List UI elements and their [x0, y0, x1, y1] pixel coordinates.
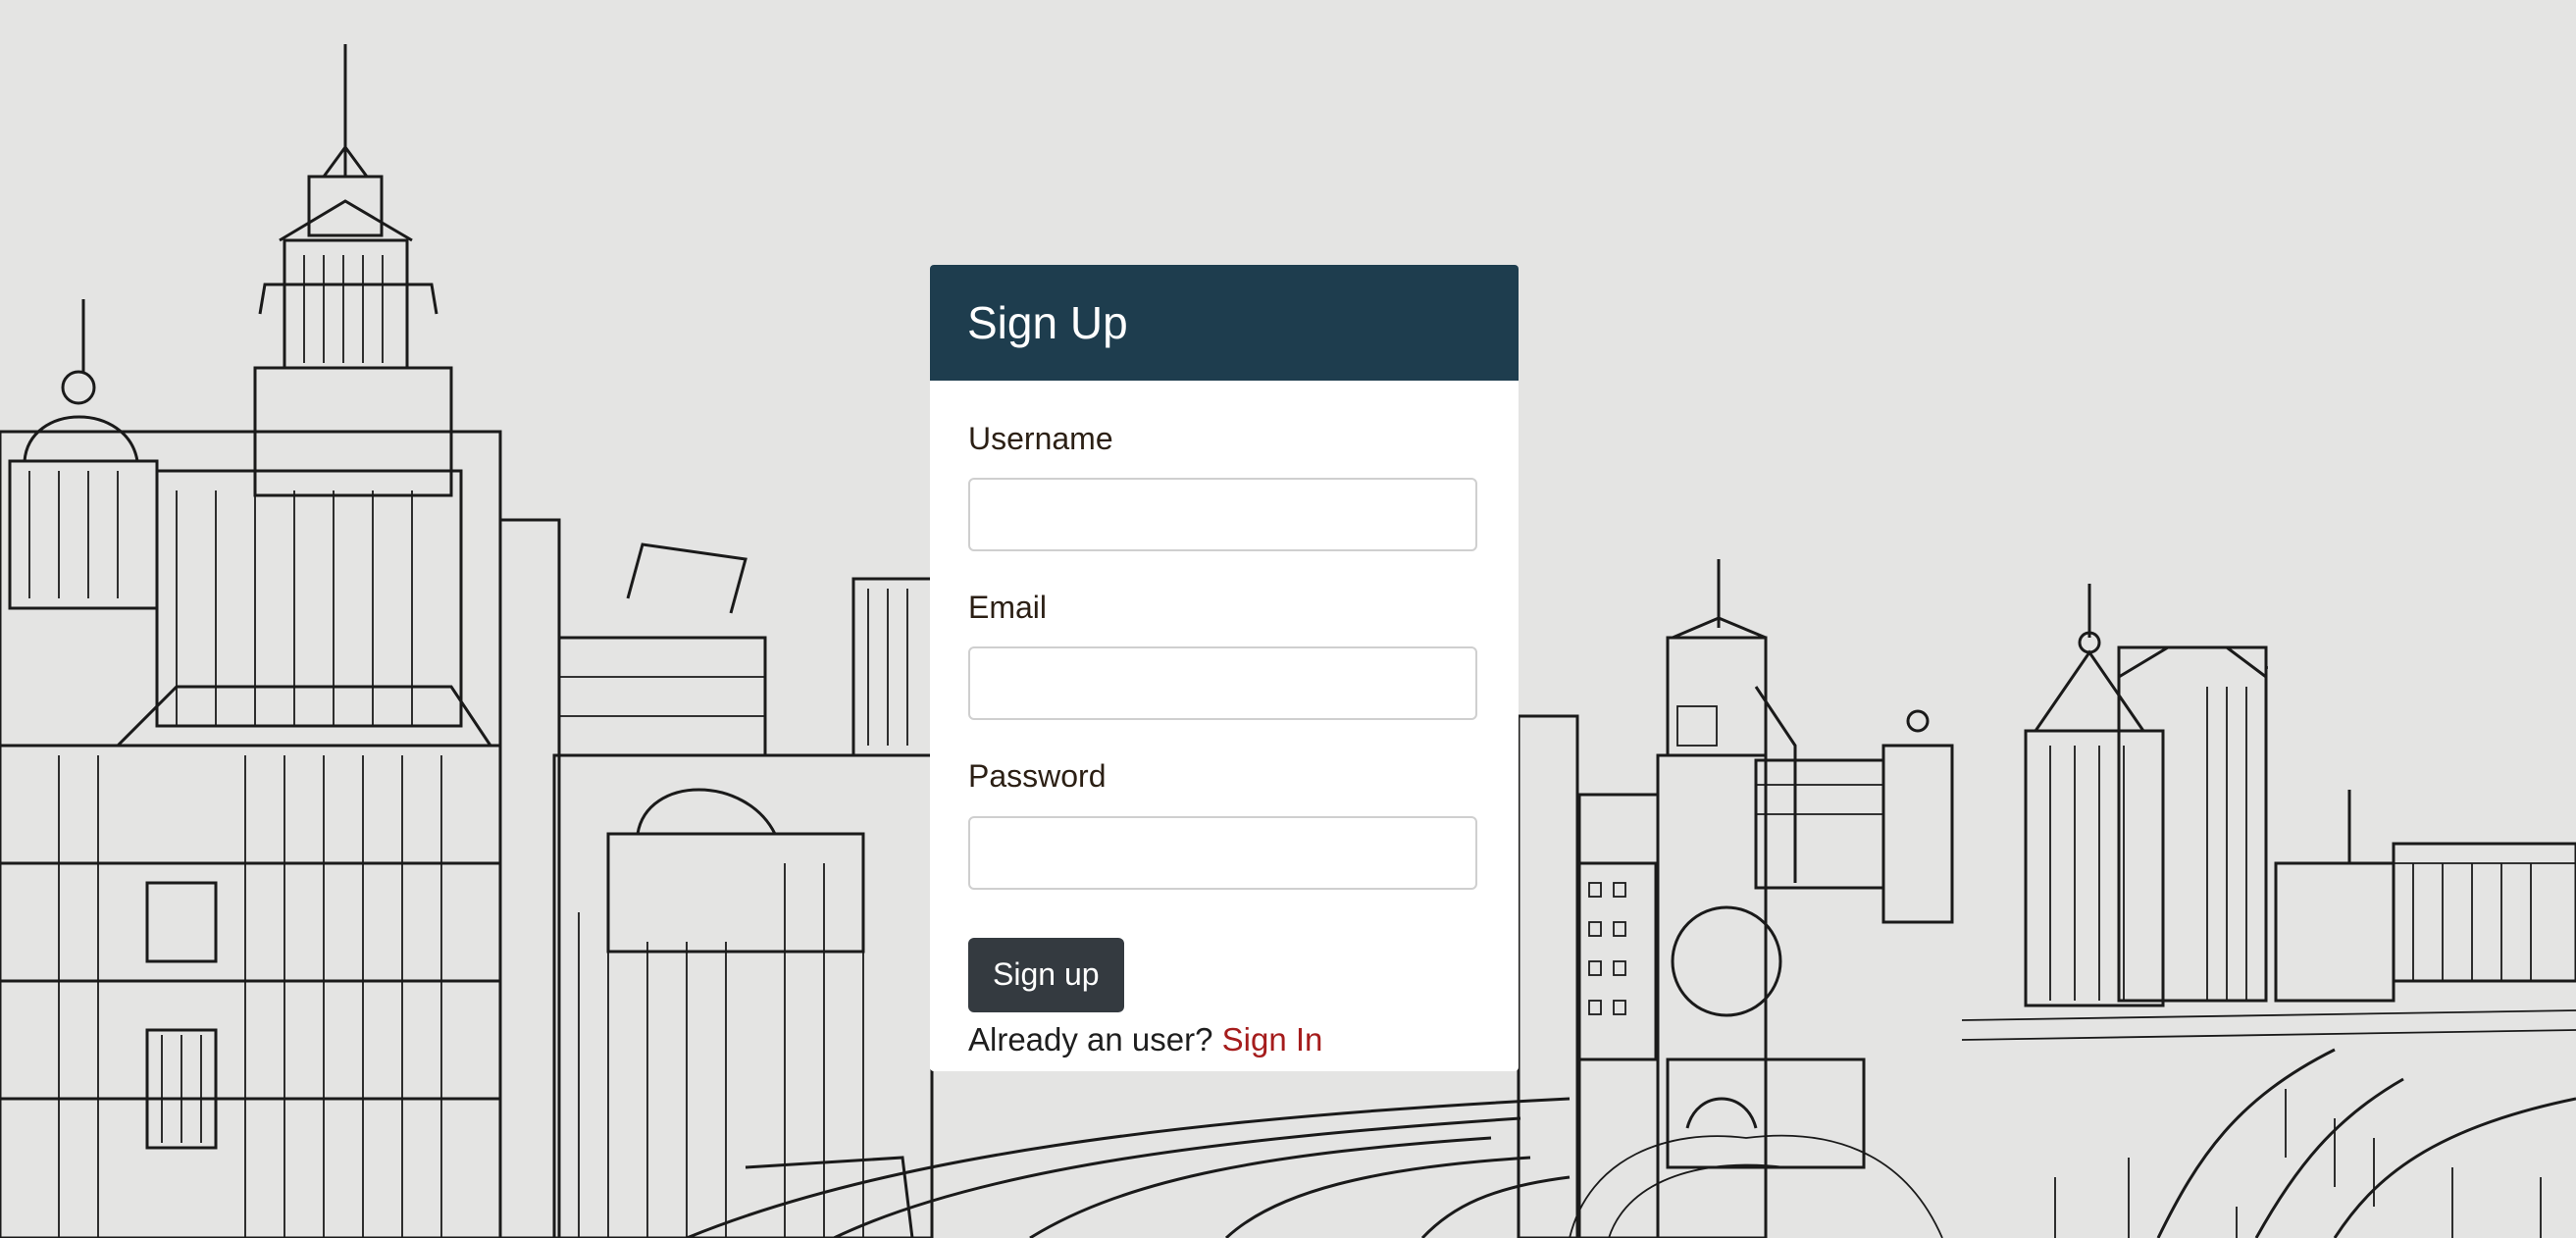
- page: Sign Up Username Email Password Sign up …: [0, 0, 2576, 1238]
- email-input[interactable]: [968, 646, 1477, 721]
- username-label: Username: [968, 421, 1113, 456]
- sign-in-link[interactable]: Sign In: [1222, 1021, 1323, 1057]
- sign-in-prompt: Already an user? Sign In: [968, 1020, 1479, 1059]
- password-label: Password: [968, 758, 1107, 795]
- sign-up-button[interactable]: Sign up: [968, 937, 1124, 1012]
- sign-in-prompt-text: Already an user?: [968, 1020, 1213, 1057]
- signup-card: Sign Up Username Email Password Sign up …: [930, 265, 1519, 1071]
- username-input[interactable]: [968, 478, 1477, 552]
- password-input[interactable]: [968, 815, 1477, 890]
- email-label: Email: [968, 590, 1048, 626]
- signup-form: Username Email Password Sign up Already …: [930, 381, 1519, 1058]
- page-title: Sign Up: [967, 297, 1128, 348]
- signup-card-header: Sign Up: [930, 265, 1519, 381]
